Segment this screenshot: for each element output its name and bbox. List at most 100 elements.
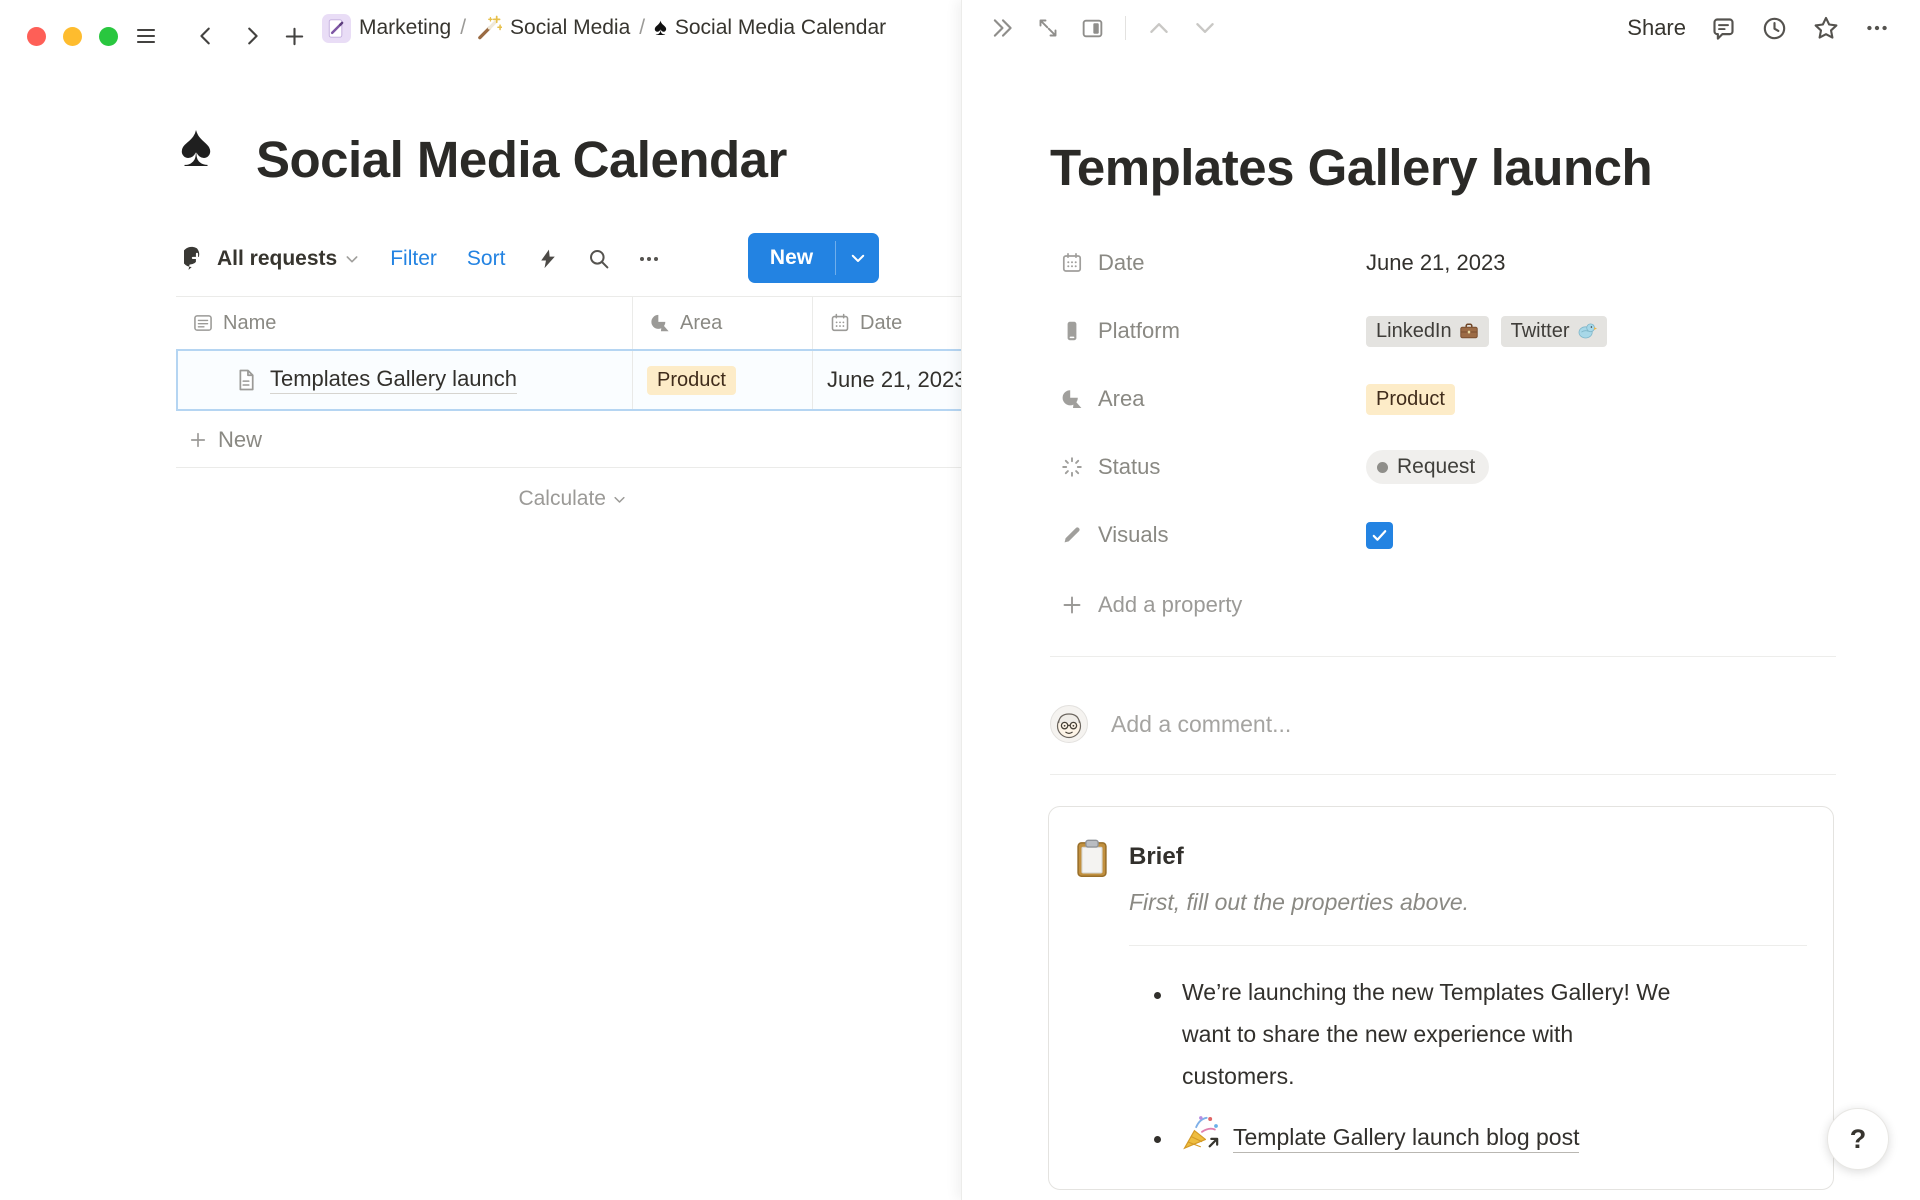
previous-page-icon[interactable] bbox=[1146, 15, 1172, 41]
back-icon[interactable] bbox=[192, 22, 220, 50]
new-entry-split-button: New bbox=[748, 233, 879, 283]
expand-page-icon[interactable] bbox=[1036, 16, 1060, 40]
platform-tag-linkedin[interactable]: LinkedIn bbox=[1366, 316, 1489, 347]
status-label: Request bbox=[1397, 455, 1475, 479]
database-icon[interactable]: ♠ bbox=[180, 116, 212, 176]
plus-icon bbox=[188, 430, 208, 450]
calendar-icon bbox=[829, 312, 851, 334]
breadcrumb-label: Marketing bbox=[359, 16, 451, 40]
add-property-button[interactable]: Add a property bbox=[1050, 583, 1810, 627]
share-button[interactable]: Share bbox=[1627, 15, 1686, 41]
brief-hint: First, fill out the properties above. bbox=[1129, 889, 1469, 916]
favorite-star-icon[interactable] bbox=[1812, 14, 1840, 42]
filter-button[interactable]: Filter bbox=[390, 247, 437, 271]
breadcrumb-item-marketing[interactable]: Marketing bbox=[322, 14, 451, 43]
column-header-name[interactable]: Name bbox=[176, 297, 633, 349]
more-options-icon[interactable] bbox=[637, 247, 661, 271]
database-title[interactable]: Social Media Calendar bbox=[256, 130, 787, 189]
page-more-options-icon[interactable] bbox=[1864, 15, 1890, 41]
new-tab-icon[interactable] bbox=[280, 22, 308, 50]
spade-icon: ♠ bbox=[654, 16, 667, 40]
platform-tag-twitter[interactable]: Twitter bbox=[1501, 316, 1607, 347]
forward-icon[interactable] bbox=[238, 22, 266, 50]
area-tag[interactable]: Product bbox=[1366, 384, 1455, 415]
breadcrumb-separator: / bbox=[460, 16, 466, 40]
pencil-icon bbox=[1060, 523, 1084, 547]
row-name-cell[interactable]: Templates Gallery launch bbox=[178, 351, 633, 409]
briefcase-emoji bbox=[1459, 321, 1479, 341]
property-row-visuals[interactable]: Visuals bbox=[1050, 513, 1810, 557]
zoom-window-button[interactable] bbox=[99, 27, 118, 46]
chevron-down-icon bbox=[849, 249, 867, 267]
avatar bbox=[1050, 705, 1088, 743]
memo-icon bbox=[322, 14, 351, 43]
row-area-cell[interactable]: Product bbox=[633, 351, 813, 409]
status-tag[interactable]: Request bbox=[1366, 450, 1489, 484]
property-row-status[interactable]: Status Request bbox=[1050, 445, 1810, 489]
tag-label: LinkedIn bbox=[1376, 320, 1452, 343]
panel-actions: Share bbox=[1627, 0, 1890, 56]
property-label: Visuals bbox=[1098, 522, 1169, 548]
breadcrumb-label: Social Media Calendar bbox=[675, 16, 886, 40]
view-bubble-icon bbox=[184, 246, 210, 272]
property-label: Date bbox=[1098, 250, 1144, 276]
automations-lightning-icon[interactable] bbox=[537, 248, 559, 270]
column-label: Area bbox=[680, 312, 722, 335]
new-entry-button[interactable]: New bbox=[748, 233, 835, 283]
column-label: Date bbox=[860, 312, 902, 335]
search-icon[interactable] bbox=[587, 247, 611, 271]
title-property-icon bbox=[192, 312, 214, 334]
party-popper-emoji bbox=[1181, 1112, 1223, 1154]
close-peek-icon[interactable] bbox=[990, 15, 1016, 41]
date-value[interactable]: June 21, 2023 bbox=[1366, 250, 1505, 276]
side-peek-mode-icon[interactable] bbox=[1080, 16, 1105, 41]
divider bbox=[1050, 774, 1836, 775]
area-tag: Product bbox=[647, 366, 736, 395]
view-selector[interactable]: All requests bbox=[184, 246, 360, 272]
add-comment-input[interactable]: Add a comment... bbox=[1111, 705, 1291, 743]
property-row-platform[interactable]: Platform LinkedIn Twitter bbox=[1050, 309, 1810, 353]
clipboard-emoji bbox=[1073, 839, 1111, 879]
help-button[interactable]: ? bbox=[1827, 1108, 1889, 1170]
row-date-value: June 21, 2023 bbox=[827, 367, 966, 393]
plus-icon bbox=[1060, 593, 1084, 617]
sidebar-menu-icon[interactable] bbox=[132, 22, 160, 50]
property-row-date[interactable]: Date June 21, 2023 bbox=[1050, 241, 1810, 285]
divider bbox=[1050, 656, 1836, 657]
page-mention-link[interactable]: Template Gallery launch blog post bbox=[1233, 1124, 1579, 1153]
breadcrumb-label: Social Media bbox=[510, 16, 630, 40]
property-label: Status bbox=[1098, 454, 1160, 480]
divider bbox=[1129, 945, 1807, 946]
view-label: All requests bbox=[217, 247, 337, 271]
history-clock-icon[interactable] bbox=[1761, 15, 1788, 42]
row-page-title[interactable]: Templates Gallery launch bbox=[270, 366, 517, 394]
new-entry-dropdown[interactable] bbox=[836, 233, 879, 283]
close-window-button[interactable] bbox=[27, 27, 46, 46]
table-new-row-button[interactable]: New bbox=[176, 413, 961, 467]
comments-icon[interactable] bbox=[1710, 15, 1737, 42]
property-label: Area bbox=[1098, 386, 1144, 412]
phone-icon bbox=[1060, 319, 1084, 343]
breadcrumb-separator: / bbox=[639, 16, 645, 40]
property-row-area[interactable]: Area Product bbox=[1050, 377, 1810, 421]
breadcrumb-item-social-media[interactable]: Social Media bbox=[475, 15, 630, 42]
page-title[interactable]: Templates Gallery launch bbox=[1050, 138, 1652, 197]
next-page-icon[interactable] bbox=[1192, 15, 1218, 41]
new-row-label: New bbox=[218, 427, 262, 453]
select-property-icon bbox=[1060, 387, 1084, 411]
visuals-checkbox-checked[interactable] bbox=[1366, 522, 1393, 549]
sort-button[interactable]: Sort bbox=[467, 247, 506, 271]
minimize-window-button[interactable] bbox=[63, 27, 82, 46]
breadcrumb-item-social-media-calendar[interactable]: ♠ Social Media Calendar bbox=[654, 16, 886, 40]
breadcrumb: Marketing / Social Media / ♠ Social Medi… bbox=[322, 0, 886, 56]
chevron-down-icon bbox=[344, 251, 360, 267]
database-toolbar: All requests Filter Sort bbox=[184, 233, 661, 285]
column-label: Name bbox=[223, 312, 276, 335]
column-header-area[interactable]: Area bbox=[633, 297, 813, 349]
bullet-icon bbox=[1154, 992, 1161, 999]
brief-bullet-text[interactable]: We’re launching the new Templates Galler… bbox=[1182, 971, 1684, 1097]
select-property-icon bbox=[649, 312, 671, 334]
calculate-button[interactable]: Calculate bbox=[176, 478, 633, 520]
status-dot bbox=[1377, 462, 1388, 473]
property-label: Platform bbox=[1098, 318, 1180, 344]
